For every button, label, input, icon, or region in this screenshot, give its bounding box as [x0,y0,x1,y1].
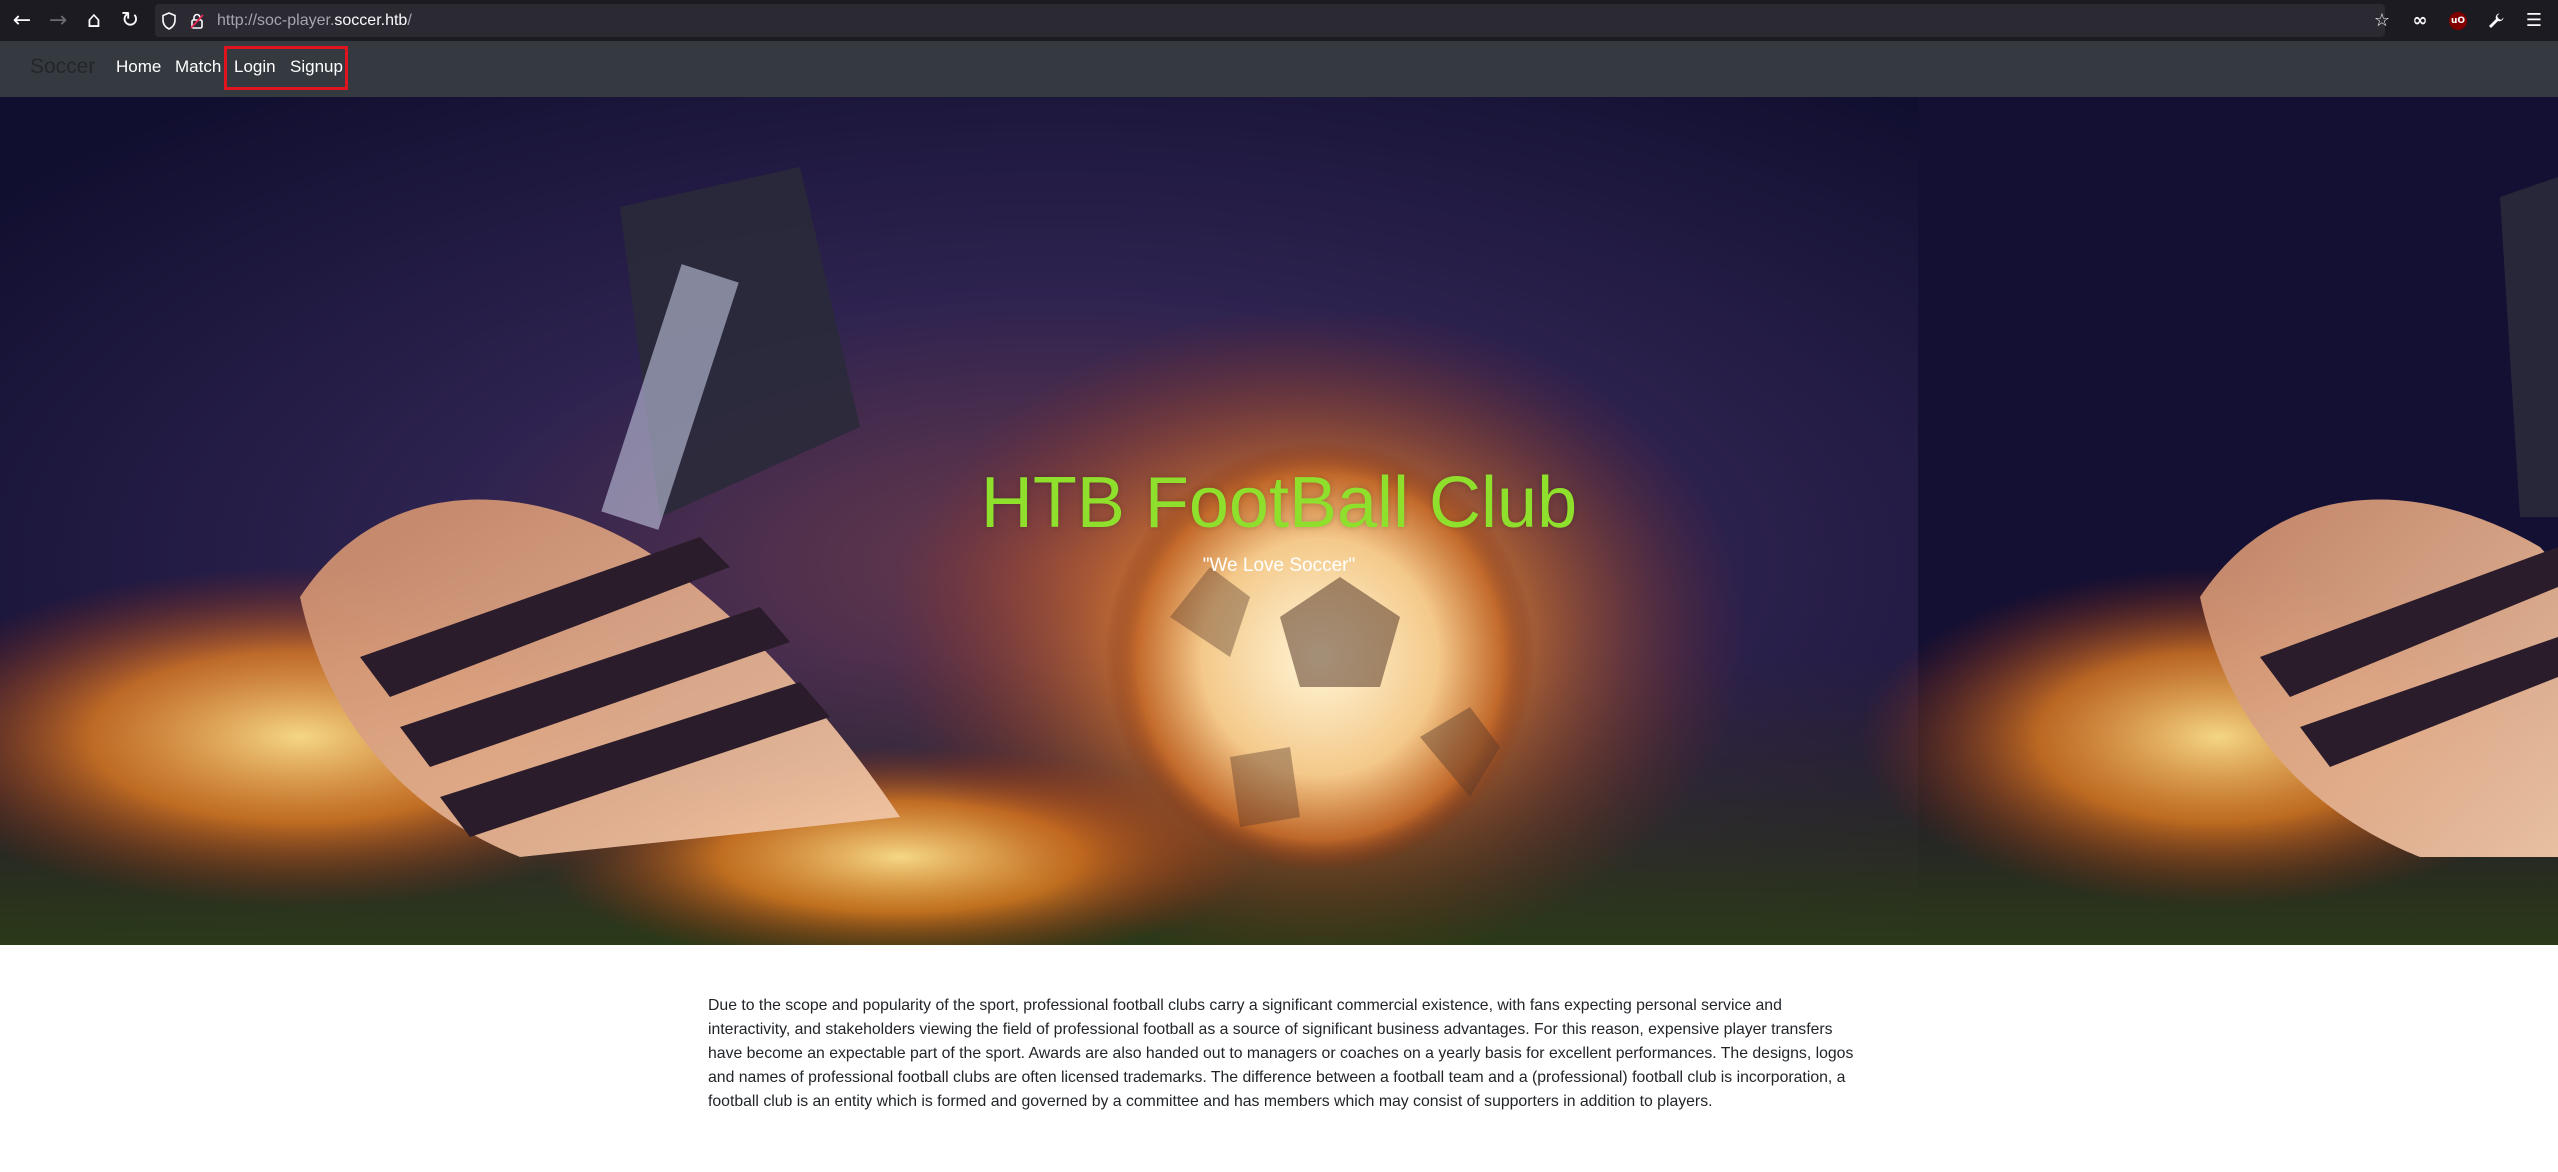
site-navbar: Soccer Home Match Login Signup [0,41,2558,97]
shield-icon[interactable] [155,7,183,35]
home-icon[interactable]: ⌂ [76,2,112,38]
hero-banner: HTB FootBall Club "We Love Soccer" [0,97,2558,945]
browser-toolbar: ← → ⌂ ↻ http://soc-player.soccer.htb/ ☆ … [0,0,2558,41]
nav-link-match[interactable]: Match [175,57,221,77]
url-path: / [407,11,412,29]
hero-title: HTB FootBall Club [980,463,1578,543]
nav-link-signup[interactable]: Signup [290,57,343,77]
ublock-icon[interactable]: uO [2442,5,2474,37]
reload-icon[interactable]: ↻ [112,2,148,38]
wrench-icon[interactable] [2480,5,2512,37]
back-icon[interactable]: ← [4,2,40,38]
intro-paragraph: Due to the scope and popularity of the s… [708,997,1854,1110]
nav-link-home[interactable]: Home [116,57,161,77]
address-bar[interactable]: http://soc-player.soccer.htb/ [155,4,2385,37]
hero-subtitle: "We Love Soccer" [1202,555,1356,576]
url-host: soccer.htb [334,11,408,29]
brand-logo[interactable]: Soccer [30,55,95,79]
forward-icon[interactable]: → [40,2,76,38]
bookmark-star-icon[interactable]: ☆ [2366,5,2398,37]
url-text[interactable]: http://soc-player.soccer.htb/ [217,12,412,30]
insecure-lock-icon[interactable] [183,7,211,35]
menu-icon[interactable]: ☰ [2518,5,2550,37]
nav-link-login[interactable]: Login [234,57,276,77]
infinity-extension-icon[interactable]: ∞ [2404,5,2436,37]
url-scheme: http://soc-player. [217,11,335,29]
